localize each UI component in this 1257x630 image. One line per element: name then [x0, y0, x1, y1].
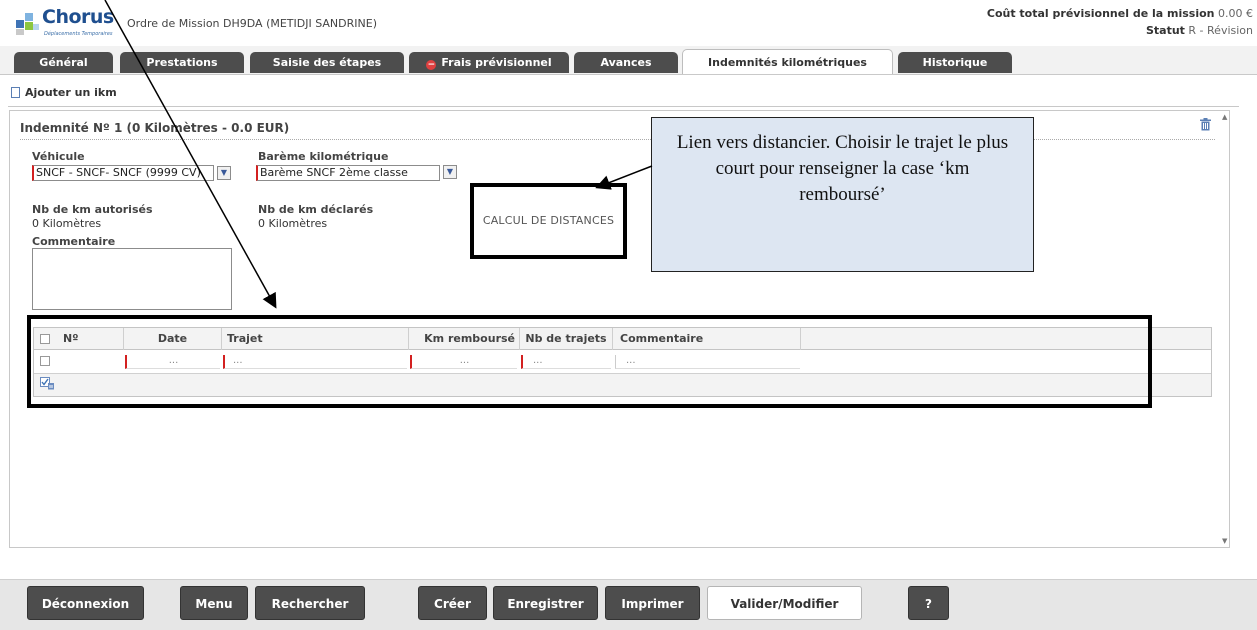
- tab-historique[interactable]: Historique: [898, 52, 1012, 73]
- logo-tagline: Déplacements Temporaires: [44, 31, 113, 37]
- warning-icon: −: [426, 60, 437, 70]
- tab-indemnites-km[interactable]: Indemnités kilométriques: [682, 49, 893, 74]
- tab-label: Général: [39, 56, 88, 69]
- commentaire-label: Commentaire: [32, 235, 116, 248]
- km-declares-value: 0 Kilomètres: [258, 217, 328, 230]
- km-declares-label: Nb de km déclarés: [258, 203, 374, 216]
- mission-cost: Coût total prévisionnel de la mission 0.…: [987, 7, 1253, 20]
- tab-label: Prestations: [146, 56, 218, 69]
- chorus-logo-icon: [14, 10, 40, 36]
- scroll-down-icon[interactable]: ▼: [1222, 537, 1227, 545]
- creer-button[interactable]: Créer: [418, 586, 487, 620]
- help-button[interactable]: ?: [908, 586, 949, 620]
- tab-frais-previsionnel[interactable]: − Frais prévisionnel: [409, 52, 569, 73]
- vehicule-select[interactable]: SNCF - SNCF- SNCF (9999 CV): [32, 165, 214, 181]
- annotation-callout: Lien vers distancier. Choisir le trajet …: [651, 117, 1034, 272]
- chorus-logo: Chorus Déplacements Temporaires: [14, 6, 124, 42]
- status-label: Statut: [1145, 24, 1185, 37]
- chevron-down-icon[interactable]: ▼: [217, 166, 231, 180]
- panel-scrollbar[interactable]: ▲ ▼: [1221, 111, 1230, 547]
- enregistrer-button[interactable]: Enregistrer: [493, 586, 598, 620]
- tab-label: Historique: [922, 56, 988, 69]
- menu-button[interactable]: Menu: [180, 586, 248, 620]
- tab-general[interactable]: Général: [14, 52, 113, 73]
- km-autorises-value: 0 Kilomètres: [32, 217, 102, 230]
- km-autorises-label: Nb de km autorisés: [32, 203, 153, 216]
- commentaire-textarea[interactable]: [32, 248, 232, 310]
- chevron-down-icon[interactable]: ▼: [443, 165, 457, 179]
- divider: [20, 139, 1215, 140]
- tab-label: Frais prévisionnel: [441, 56, 552, 69]
- deconnexion-button[interactable]: Déconnexion: [27, 586, 144, 620]
- imprimer-button[interactable]: Imprimer: [605, 586, 700, 620]
- tab-avances[interactable]: Avances: [574, 52, 678, 73]
- bareme-label: Barème kilométrique: [258, 150, 389, 163]
- status-value: R - Révision: [1188, 24, 1253, 37]
- valider-modifier-button[interactable]: Valider/Modifier: [707, 586, 862, 620]
- add-ikm-link[interactable]: Ajouter un ikm: [11, 86, 117, 99]
- vehicule-label: Véhicule: [32, 150, 85, 163]
- trash-icon[interactable]: [1200, 118, 1211, 131]
- grid-highlight-box: [27, 315, 1152, 408]
- logo-wordmark: Chorus: [42, 6, 114, 28]
- tab-label: Indemnités kilométriques: [708, 56, 867, 69]
- tab-saisie-etapes[interactable]: Saisie des étapes: [250, 52, 404, 73]
- mission-status: Statut R - Révision: [1146, 24, 1253, 37]
- tab-label: Saisie des étapes: [272, 56, 382, 69]
- cost-label: Coût total prévisionnel de la mission: [986, 7, 1215, 20]
- cost-value: 0.00 €: [1218, 7, 1253, 20]
- rechercher-button[interactable]: Rechercher: [255, 586, 365, 620]
- tab-prestations[interactable]: Prestations: [120, 52, 244, 73]
- add-ikm-label: Ajouter un ikm: [25, 86, 117, 99]
- bareme-select[interactable]: Barème SNCF 2ème classe: [256, 165, 440, 181]
- indemnite-title: Indemnité Nº 1 (0 Kilomètres - 0.0 EUR): [20, 121, 290, 135]
- scroll-up-icon[interactable]: ▲: [1222, 113, 1227, 121]
- new-document-icon: [11, 87, 20, 98]
- divider: [8, 106, 1239, 107]
- mission-title: Ordre de Mission DH9DA (METIDJI SANDRINE…: [127, 17, 377, 30]
- calcul-distances-link[interactable]: CALCUL DE DISTANCES: [470, 214, 627, 227]
- tab-label: Avances: [600, 56, 652, 69]
